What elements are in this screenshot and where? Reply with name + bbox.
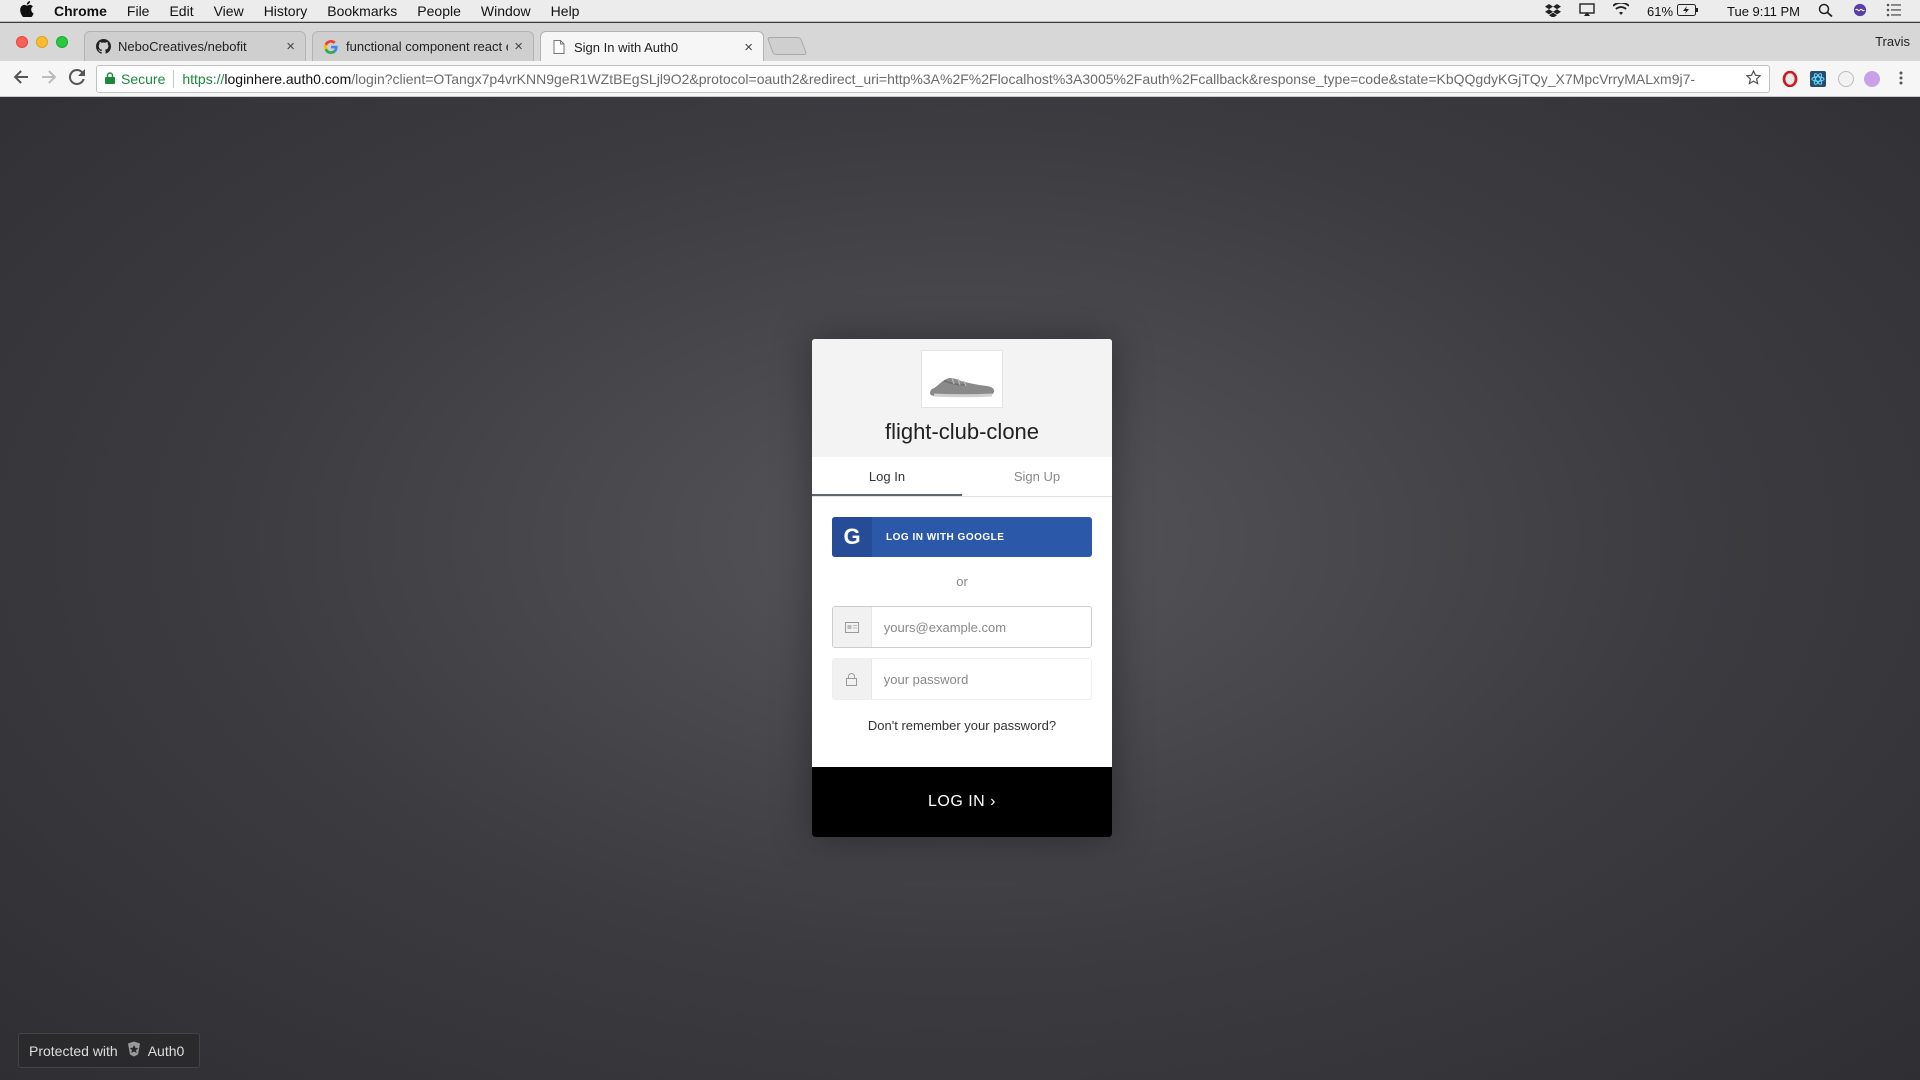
app-title: flight-club-clone (884, 419, 1040, 444)
apple-menu-icon[interactable] (18, 0, 36, 21)
google-login-button[interactable]: G LOG IN WITH GOOGLE (832, 517, 1092, 557)
security-label[interactable]: Secure (121, 71, 165, 87)
new-tab-button[interactable] (766, 37, 808, 55)
clock[interactable]: Tue 9:11 PM (1727, 4, 1800, 19)
notification-center-icon[interactable] (1886, 3, 1902, 20)
email-field[interactable] (832, 606, 1092, 648)
email-input[interactable] (883, 608, 1091, 646)
menu-history[interactable]: History (264, 3, 308, 19)
google-login-label: LOG IN WITH GOOGLE (886, 531, 1005, 543)
menu-file[interactable]: File (127, 3, 150, 19)
back-arrow-icon[interactable] (10, 68, 32, 90)
tab-sign-up[interactable]: Sign Up (962, 457, 1112, 496)
secure-lock-icon[interactable] (105, 71, 115, 87)
tab-title: Sign In with Auth0 (574, 39, 679, 55)
password-lock-icon (833, 659, 872, 699)
document-icon (551, 39, 567, 55)
extension-purple-icon[interactable] (1864, 71, 1880, 87)
tab-close-icon[interactable]: × (514, 38, 523, 55)
extension-circle-icon[interactable] (1838, 71, 1854, 87)
browser-tab-auth0-signin[interactable]: Sign In with Auth0 × (540, 31, 764, 62)
browser-tab-react-search[interactable]: functional component react ex × (312, 31, 534, 61)
battery-percent: 61% (1646, 3, 1674, 19)
google-icon (323, 39, 339, 55)
window-close-button[interactable] (16, 36, 28, 48)
window-maximize-button[interactable] (56, 36, 68, 48)
opera-extension-icon[interactable] (1782, 70, 1798, 88)
react-devtools-icon[interactable] (1810, 71, 1826, 87)
password-field[interactable] (832, 658, 1092, 700)
reload-icon[interactable] (66, 68, 88, 90)
menu-app-name[interactable]: Chrome (54, 3, 107, 19)
tab-title: NeboCreatives/nebofit (118, 39, 247, 54)
menu-window[interactable]: Window (481, 3, 531, 19)
forward-arrow-icon[interactable] (38, 68, 60, 90)
or-divider: or (956, 574, 968, 589)
page-background: flight-club-clone Log In Sign Up G LOG I… (0, 97, 1920, 1080)
menu-help[interactable]: Help (551, 3, 580, 19)
tab-log-in[interactable]: Log In (812, 457, 962, 496)
tab-title: functional component react ex (346, 39, 509, 54)
github-icon (95, 39, 111, 55)
browser-toolbar: Secure https:// loginhere.auth0.com /log… (0, 61, 1920, 97)
password-input[interactable] (883, 660, 1091, 698)
log-in-submit-button[interactable]: LOG IN › (812, 767, 1112, 837)
bookmark-star-icon[interactable] (1745, 69, 1762, 90)
auth0-login-widget: flight-club-clone Log In Sign Up G LOG I… (812, 339, 1112, 837)
window-minimize-button[interactable] (36, 36, 48, 48)
browser-tab-strip: NeboCreatives/nebofit × functional compo… (0, 23, 1920, 62)
url-scheme: https:// (182, 71, 225, 87)
menu-people[interactable]: People (417, 3, 461, 19)
badge-prefix: Protected with (29, 1042, 118, 1059)
url-host: loginhere.auth0.com (224, 71, 352, 87)
macos-menu-bar: Chrome File Edit View History Bookmarks … (0, 0, 1920, 22)
wifi-icon[interactable] (1612, 2, 1629, 20)
email-envelope-icon (833, 607, 872, 647)
battery-icon[interactable] (1677, 3, 1699, 19)
menu-bookmarks[interactable]: Bookmarks (327, 3, 397, 19)
forgot-password-link[interactable]: Don't remember your password? (832, 718, 1092, 733)
tab-close-icon[interactable]: × (286, 38, 295, 55)
protected-with-auth0-badge[interactable]: Protected with Auth0 (18, 1033, 200, 1068)
login-form: G LOG IN WITH GOOGLE or Don't remember y… (812, 497, 1112, 733)
auth-tabs: Log In Sign Up (812, 457, 1112, 497)
siri-icon[interactable] (1852, 3, 1868, 20)
address-bar[interactable]: Secure https:// loginhere.auth0.com /log… (96, 65, 1770, 93)
menu-view[interactable]: View (214, 3, 244, 19)
spotlight-search-icon[interactable] (1818, 3, 1834, 20)
dropbox-icon[interactable] (1544, 3, 1561, 20)
omnibox-divider (173, 70, 175, 88)
google-g-icon: G (832, 517, 872, 557)
badge-brand: Auth0 (147, 1042, 185, 1059)
browser-tab-nebofit[interactable]: NeboCreatives/nebofit × (84, 31, 306, 61)
app-logo (921, 350, 1003, 408)
profile-name[interactable]: Travis (1875, 34, 1910, 49)
tab-close-icon[interactable]: × (744, 39, 753, 56)
airplay-icon[interactable] (1579, 2, 1595, 20)
menu-edit[interactable]: Edit (169, 3, 193, 19)
url-path: /login?client=OTangx7p4vrKNN9geR1WZtBEgS… (351, 71, 1696, 87)
auth0-shield-icon (126, 1041, 142, 1060)
chrome-menu-icon[interactable] (1890, 68, 1912, 90)
login-header: flight-club-clone (812, 339, 1112, 457)
